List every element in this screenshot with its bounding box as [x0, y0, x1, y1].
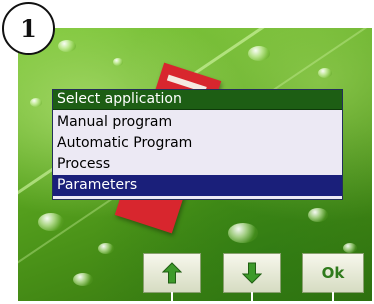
up-softkey[interactable]: [143, 253, 201, 304]
water-drop: [343, 243, 357, 253]
water-drop: [30, 98, 42, 107]
softkey-connector: [171, 292, 173, 304]
arrow-up-icon: [162, 262, 182, 284]
water-drop: [113, 58, 123, 66]
ok-label: Ok: [321, 264, 345, 282]
water-drop: [38, 213, 64, 231]
water-drop: [308, 208, 328, 222]
step-number: 1: [20, 14, 37, 43]
softkey-connector: [251, 292, 253, 304]
water-drop: [58, 40, 76, 52]
ok-softkey[interactable]: Ok: [302, 253, 364, 304]
arrow-down-icon: [242, 262, 262, 284]
menu-item-parameters[interactable]: Parameters: [53, 175, 342, 196]
menu-item-automatic-program[interactable]: Automatic Program: [53, 133, 342, 154]
softkey-connector: [332, 292, 334, 304]
water-drop: [228, 223, 258, 243]
water-drop: [98, 243, 114, 254]
menu-item-list: Manual program Automatic Program Process…: [53, 112, 342, 196]
step-number-badge: 1: [2, 2, 55, 55]
menu-item-process[interactable]: Process: [53, 154, 342, 175]
water-drop: [318, 68, 332, 78]
menu-title: Select application: [53, 90, 342, 110]
select-application-menu: Select application Manual program Automa…: [52, 89, 343, 200]
down-softkey[interactable]: [223, 253, 281, 304]
water-drop: [73, 273, 93, 286]
menu-item-manual-program[interactable]: Manual program: [53, 112, 342, 133]
water-drop: [248, 46, 270, 61]
